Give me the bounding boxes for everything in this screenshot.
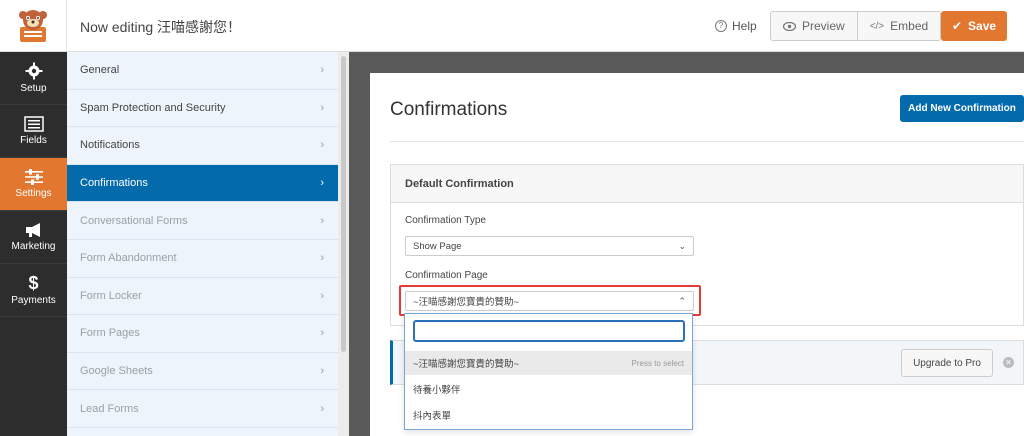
fields-icon (23, 116, 44, 132)
panel-item-label: Lead Forms (80, 402, 139, 415)
dropdown-option[interactable]: ~汪喵感謝您寶貴的贊助~ Press to select (405, 351, 692, 375)
preview-embed-group: Preview </> Embed (770, 11, 942, 41)
chevron-down-icon: ⌄ (678, 240, 686, 251)
panel-item-label: Spam Protection and Security (80, 101, 226, 114)
upgrade-to-pro-button[interactable]: Upgrade to Pro (901, 349, 993, 377)
panel-scrollbar-thumb[interactable] (341, 56, 346, 352)
panel-item-spam-protection[interactable]: Spam Protection and Security › (67, 90, 338, 128)
chevron-right-icon: › (320, 252, 324, 265)
panel-item-label: Notifications (80, 139, 140, 152)
panel-item-label: Conversational Forms (80, 214, 188, 227)
help-label: Help (732, 19, 757, 33)
nav-settings[interactable]: Settings (0, 158, 67, 211)
chevron-right-icon: › (320, 289, 324, 302)
dropdown-option-label: ~汪喵感謝您寶貴的贊助~ (413, 359, 520, 370)
embed-button[interactable]: </> Embed (856, 12, 941, 40)
preview-button[interactable]: Preview (771, 12, 857, 40)
help-button[interactable]: ? Help (715, 19, 757, 33)
dropdown-option-label: 待養小夥伴 (413, 385, 461, 396)
bear-logo-icon (19, 10, 47, 42)
panel-item-label: General (80, 64, 120, 77)
dropdown-option-label: 抖內表單 (413, 411, 452, 422)
panel-item-conversational-forms[interactable]: Conversational Forms › (67, 202, 338, 240)
chevron-right-icon: › (320, 365, 324, 378)
chevron-right-icon: › (320, 327, 324, 340)
panel-item-label: Google Sheets (80, 365, 153, 378)
chevron-right-icon: › (320, 402, 324, 415)
save-label: Save (968, 19, 997, 33)
sliders-icon (24, 169, 43, 185)
panel-item-lead-forms[interactable]: Lead Forms › (67, 390, 338, 428)
page-title: Confirmations (390, 99, 508, 120)
nav-settings-label: Settings (15, 188, 52, 199)
title-divider (390, 141, 1024, 142)
confirmation-type-label: Confirmation Type (405, 215, 486, 226)
dropdown-search-input[interactable] (413, 320, 685, 342)
nav-payments-label: Payments (11, 295, 56, 306)
save-button[interactable]: ✔ Save (941, 11, 1007, 41)
wpforms-logo (0, 0, 67, 52)
chevron-right-icon: › (320, 139, 324, 152)
confirmation-type-value: Show Page (413, 240, 462, 252)
panel-item-form-pages[interactable]: Form Pages › (67, 315, 338, 353)
panel-item-google-sheets[interactable]: Google Sheets › (67, 353, 338, 391)
panel-item-label: Form Abandonment (80, 252, 177, 265)
nav-setup[interactable]: Setup (0, 52, 67, 105)
nav-setup-label: Setup (20, 83, 47, 94)
chevron-right-icon: › (320, 101, 324, 114)
eye-icon (783, 21, 796, 31)
panel-item-label: Form Pages (80, 327, 140, 340)
chevron-right-icon: › (320, 214, 324, 227)
panel-scrollbar[interactable] (338, 52, 349, 436)
builder-left-nav: Setup Fields Settings Marketing $ Paymen… (0, 52, 67, 436)
nav-fields-label: Fields (20, 135, 47, 146)
panel-item-form-locker[interactable]: Form Locker › (67, 278, 338, 316)
dollar-icon: $ (28, 273, 39, 293)
settings-panel: General › Spam Protection and Security › N… (67, 52, 338, 436)
chevron-right-icon: › (320, 64, 324, 77)
embed-label: Embed (890, 19, 929, 33)
panel-item-form-abandonment[interactable]: Form Abandonment › (67, 240, 338, 278)
question-circle-icon: ? (715, 20, 727, 32)
nav-marketing[interactable]: Marketing (0, 211, 67, 264)
chevron-right-icon: › (320, 177, 324, 190)
preview-label: Preview (802, 19, 845, 33)
confirmation-page-label: Confirmation Page (405, 270, 488, 281)
top-bar: Now editing 汪喵感謝您！ ? Help Preview </> Em… (0, 0, 1024, 52)
checkmark-icon: ✔ (951, 19, 963, 33)
close-circle-icon[interactable]: ✕ (1003, 357, 1014, 368)
card-title: Default Confirmation (391, 165, 1023, 203)
highlight-annotation-box (399, 285, 701, 316)
code-icon: </> (869, 20, 885, 32)
press-to-select-hint: Press to select (631, 358, 684, 368)
editing-title: Now editing 汪喵感謝您！ (80, 19, 242, 35)
add-new-confirmation-button[interactable]: Add New Confirmation (900, 95, 1024, 122)
nav-marketing-label: Marketing (11, 241, 56, 252)
megaphone-icon (25, 223, 40, 237)
panel-item-general[interactable]: General › (67, 52, 338, 90)
dropdown-option[interactable]: 待養小夥伴 (405, 377, 692, 401)
panel-item-label: Confirmations (80, 177, 148, 190)
dropdown-option[interactable]: 抖內表單 (405, 403, 692, 427)
panel-item-confirmations[interactable]: Confirmations › (67, 164, 338, 203)
nav-payments[interactable]: $ Payments (0, 264, 67, 317)
panel-item-label: Form Locker (80, 289, 142, 302)
gear-icon (25, 62, 42, 80)
nav-fields[interactable]: Fields (0, 105, 67, 158)
confirmation-type-select[interactable]: Show Page ⌄ (405, 236, 694, 256)
confirmation-page-dropdown: ~汪喵感謝您寶貴的贊助~ Press to select 待養小夥伴 抖內表單 (404, 313, 693, 430)
panel-item-notifications[interactable]: Notifications › (67, 127, 338, 165)
